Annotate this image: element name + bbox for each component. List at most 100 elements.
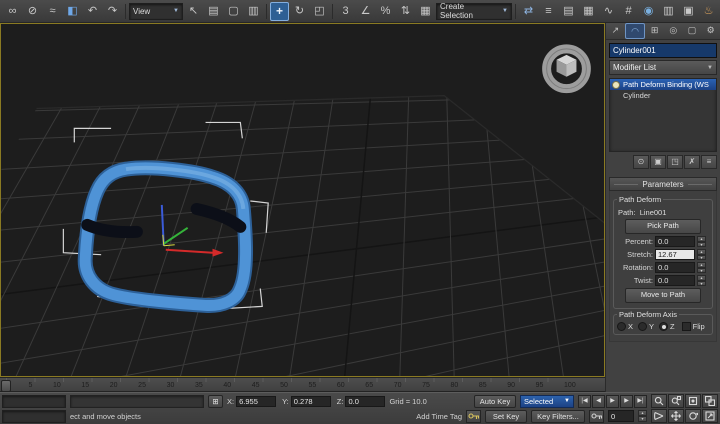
make-unique-icon[interactable]: ◳: [667, 155, 683, 169]
auto-key-button[interactable]: Auto Key: [474, 395, 516, 408]
modifier-stack-row[interactable]: Path Deform Binding (WS: [610, 79, 716, 90]
set-key-mode-icon[interactable]: [466, 410, 481, 423]
rendered-frame-icon[interactable]: ▣: [679, 2, 698, 21]
add-time-tag[interactable]: Add Time Tag: [416, 412, 462, 421]
remove-modifier-icon[interactable]: ✗: [684, 155, 700, 169]
redo-icon[interactable]: ↷: [103, 2, 122, 21]
selection-set-dropdown[interactable]: Selected ▼: [520, 395, 574, 408]
perspective-viewport[interactable]: [0, 23, 605, 377]
axis-radio[interactable]: [617, 322, 626, 331]
select-and-scale-icon[interactable]: ◰: [310, 2, 329, 21]
field-of-view-icon[interactable]: [651, 409, 667, 423]
mirror-icon[interactable]: ⇄: [519, 2, 538, 21]
zoom-icon[interactable]: [651, 394, 667, 408]
coordinate-field[interactable]: 0.0: [345, 396, 385, 407]
spinner-control[interactable]: ▴▾: [697, 275, 706, 286]
percent-snap-icon[interactable]: %: [376, 2, 395, 21]
spinner-control[interactable]: ▴▾: [697, 262, 706, 273]
view-dropdown[interactable]: View ▼: [129, 3, 183, 20]
current-frame-field[interactable]: 0: [608, 410, 634, 422]
unlink-selection-icon[interactable]: ⊘: [23, 2, 42, 21]
pan-icon[interactable]: [668, 409, 684, 423]
parameter-field[interactable]: 0.0: [655, 262, 695, 273]
timeline-tick-label: 60: [337, 382, 345, 389]
object-name-field[interactable]: Cylinder001: [609, 43, 717, 58]
axis-radio[interactable]: [638, 322, 647, 331]
set-key-button[interactable]: Set Key: [485, 410, 527, 423]
timeline-tick-label: 90: [507, 382, 515, 389]
schematic-view-icon[interactable]: #: [619, 2, 638, 21]
timeline-track-bar[interactable]: 0510152025303540455055606570758085909510…: [0, 377, 605, 392]
window-crossing-icon[interactable]: ▥: [244, 2, 263, 21]
material-editor-icon[interactable]: ◉: [639, 2, 658, 21]
angle-snap-icon[interactable]: ∠: [356, 2, 375, 21]
tab-utilities[interactable]: ⚙: [701, 23, 720, 39]
bind-to-spacewarp-icon[interactable]: ≈: [43, 2, 62, 21]
frame-spinner[interactable]: ▴▾: [638, 410, 647, 422]
go-to-start-button[interactable]: |◀: [578, 395, 591, 408]
select-object-icon[interactable]: ↖: [184, 2, 203, 21]
previous-frame-button[interactable]: ◀: [592, 395, 605, 408]
orbit-icon[interactable]: [685, 409, 701, 423]
modifier-list-dropdown[interactable]: Modifier List ▼: [609, 60, 717, 75]
edit-named-sets-icon[interactable]: ▦: [416, 2, 435, 21]
coordinate-field[interactable]: 6.955: [236, 396, 276, 407]
maxscript-mini-listener-bottom[interactable]: [2, 410, 66, 423]
spinner-snap-icon[interactable]: ⇅: [396, 2, 415, 21]
tab-display[interactable]: ▢: [683, 23, 702, 39]
tab-modify[interactable]: ◠: [625, 23, 646, 39]
flip-checkbox[interactable]: [682, 322, 691, 331]
graphite-ribbon-icon[interactable]: ▦: [579, 2, 598, 21]
maximize-viewport-icon[interactable]: [702, 409, 718, 423]
configure-modifier-sets-icon[interactable]: ≡: [701, 155, 717, 169]
move-to-path-button[interactable]: Move to Path: [625, 288, 700, 303]
absolute-offset-toggle[interactable]: ⊞: [208, 395, 223, 408]
parameter-field[interactable]: 0.0: [655, 236, 695, 247]
parameters-rollout-header[interactable]: Parameters: [609, 177, 717, 191]
spinner-control[interactable]: ▴▾: [697, 249, 706, 260]
next-frame-button[interactable]: ▶: [620, 395, 633, 408]
coordinate-field[interactable]: 0.278: [291, 396, 331, 407]
modifier-stack-row[interactable]: Cylinder: [610, 90, 716, 101]
zoom-all-icon[interactable]: [668, 394, 684, 408]
select-and-rotate-icon[interactable]: ↻: [290, 2, 309, 21]
gizmo-x-arrowhead[interactable]: [213, 249, 224, 257]
align-icon[interactable]: ≡: [539, 2, 558, 21]
render-production-icon[interactable]: ♨: [699, 2, 718, 21]
mirror-blue-icon[interactable]: ◧: [63, 2, 82, 21]
rectangular-region-icon[interactable]: ▢: [224, 2, 243, 21]
maxscript-mini-listener-top[interactable]: [2, 395, 66, 408]
key-mode-toggle-icon[interactable]: [589, 410, 604, 423]
time-slider-handle[interactable]: [1, 380, 11, 392]
modifier-enable-bulb-icon[interactable]: [612, 81, 620, 89]
undo-icon[interactable]: ↶: [83, 2, 102, 21]
deformed-cylinder-tube[interactable]: [85, 168, 245, 306]
curve-editor-icon[interactable]: ∿: [599, 2, 618, 21]
tab-create[interactable]: ↗: [606, 23, 625, 39]
select-and-link-icon[interactable]: ∞: [3, 2, 22, 21]
select-and-move-icon[interactable]: +: [270, 2, 289, 21]
select-by-name-icon[interactable]: ▤: [204, 2, 223, 21]
render-setup-icon[interactable]: ▥: [659, 2, 678, 21]
zoom-extents-icon[interactable]: [685, 394, 701, 408]
go-to-end-button[interactable]: ▶|: [634, 395, 647, 408]
gizmo-x-axis[interactable]: [166, 250, 213, 253]
viewcube[interactable]: [547, 49, 587, 89]
tab-hierarchy[interactable]: ⊞: [645, 23, 664, 39]
show-end-result-icon[interactable]: ▣: [650, 155, 666, 169]
axis-option: Y: [638, 322, 654, 331]
layer-manager-icon[interactable]: ▤: [559, 2, 578, 21]
spinner-control[interactable]: ▴▾: [697, 236, 706, 247]
pick-path-button[interactable]: Pick Path: [625, 219, 700, 234]
parameter-field[interactable]: 12.67: [655, 249, 695, 260]
parameter-row: Percent: 0.0 ▴▾: [617, 236, 709, 247]
named-selection-sets-dropdown[interactable]: Create Selection ▼: [436, 3, 512, 20]
zoom-extents-all-icon[interactable]: [702, 394, 718, 408]
key-filters-button[interactable]: Key Filters...: [531, 410, 585, 423]
tab-motion[interactable]: ◎: [664, 23, 683, 39]
play-button[interactable]: ▶: [606, 395, 619, 408]
pin-stack-icon[interactable]: ⊙: [633, 155, 649, 169]
snaps-toggle-icon[interactable]: 3: [336, 2, 355, 21]
parameter-field[interactable]: 0.0: [655, 275, 695, 286]
axis-radio[interactable]: [659, 322, 668, 331]
